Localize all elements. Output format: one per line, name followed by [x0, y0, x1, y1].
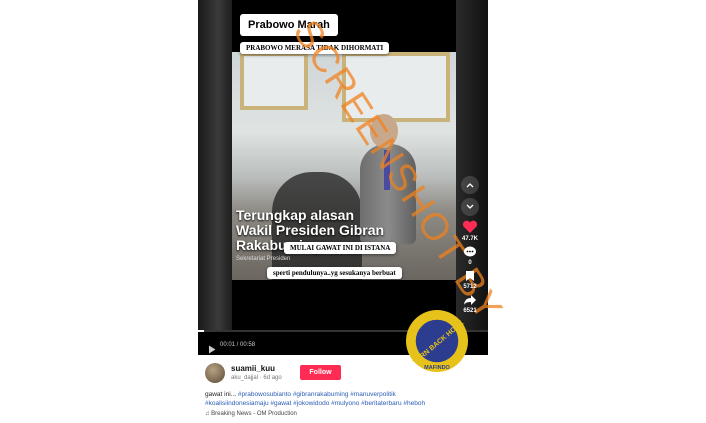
chevron-up-icon — [466, 183, 474, 188]
wall-panel-left — [240, 52, 308, 110]
like-action[interactable]: 47.7K — [458, 220, 482, 242]
heart-icon — [462, 220, 478, 233]
overlay-text-2: sperti pendulunya..yg sesukanya berbuat — [267, 267, 402, 279]
username[interactable]: suamii_kuu — [231, 364, 275, 373]
bookmark-action[interactable]: 5712 — [458, 270, 482, 290]
follow-button[interactable]: Follow — [300, 365, 341, 380]
comment-count: 0 — [468, 260, 472, 266]
next-video-button[interactable] — [461, 198, 479, 216]
hashtags-line-2[interactable]: #koalisiindonesiamaju #gawat #jokowidodo… — [205, 400, 425, 407]
comment-action[interactable]: 0 — [458, 246, 482, 266]
hashtags-line-1[interactable]: #prabowosubianto #gibranrakabuming #manu… — [238, 391, 396, 398]
comment-icon — [464, 246, 476, 257]
chevron-down-icon — [466, 204, 474, 209]
avatar[interactable] — [205, 363, 225, 383]
post-description: gawat ini... #prabowosubianto #gibranrak… — [205, 390, 475, 408]
progress-fill — [198, 330, 204, 332]
video-background-left — [198, 0, 232, 330]
play-icon — [209, 345, 216, 354]
handle-date: aku_dajjal · 6d ago — [231, 375, 282, 381]
side-actions: 47.7K 0 5712 6521 — [458, 176, 482, 314]
bookmark-count: 5712 — [463, 284, 477, 290]
music-label[interactable]: ♫ Breaking News - OM Production — [205, 411, 297, 417]
share-icon — [464, 295, 476, 305]
svg-text:MAFINDO: MAFINDO — [424, 365, 450, 371]
previous-video-button[interactable] — [461, 176, 479, 194]
mafindo-badge: TURN BACK HOAX MAFINDO — [406, 310, 468, 372]
like-count: 47.7K — [461, 236, 478, 242]
overlay-text-1: MULAI GAWAT INI DI ISTANA — [284, 242, 397, 254]
video-source: Sekretariat Presiden — [236, 256, 291, 262]
time-display: 00:01 / 00:58 — [220, 342, 256, 348]
description-text: gawat ini... — [205, 391, 237, 398]
bookmark-icon — [466, 271, 474, 281]
